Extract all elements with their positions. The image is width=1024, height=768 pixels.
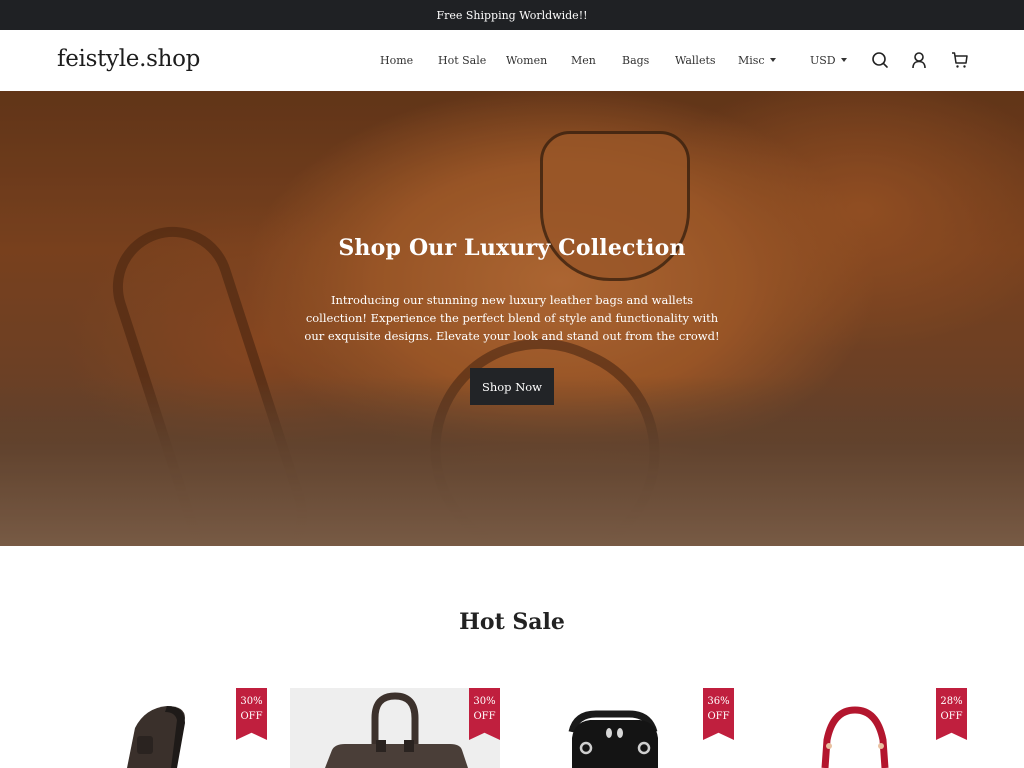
discount-percent: 30% (473, 696, 496, 707)
product-image (290, 688, 500, 768)
search-icon (872, 52, 888, 68)
currency-selector[interactable]: USD (810, 54, 847, 67)
discount-percent: 36% (707, 696, 730, 707)
discount-percent: 28% (940, 696, 963, 707)
discount-off-label: OFF (940, 711, 963, 722)
discount-percent: 30% (240, 696, 263, 707)
discount-off-label: OFF (473, 711, 496, 722)
product-card[interactable]: 36% OFF (524, 688, 734, 768)
product-card[interactable]: 30% OFF (290, 688, 500, 768)
currency-label: USD (810, 54, 836, 67)
announcement-bar: Free Shipping Worldwide!! (0, 0, 1024, 30)
nav-hot-sale[interactable]: Hot Sale (438, 54, 486, 67)
announcement-text: Free Shipping Worldwide!! (436, 8, 588, 22)
product-image (821, 706, 889, 768)
shop-now-button[interactable]: Shop Now (470, 368, 554, 405)
account-icon (912, 52, 926, 69)
nav-women[interactable]: Women (506, 54, 547, 67)
product-image (127, 706, 185, 768)
discount-badge: 30% OFF (236, 688, 267, 740)
nav-misc[interactable]: Misc (738, 54, 776, 67)
account-button[interactable] (909, 50, 929, 70)
chevron-down-icon (840, 58, 847, 62)
search-button[interactable] (870, 50, 890, 70)
discount-off-label: OFF (240, 711, 263, 722)
site-header: feistyle.shop Home Hot Sale Women Men Ba… (0, 30, 1024, 91)
discount-badge: 30% OFF (469, 688, 500, 740)
nav-men[interactable]: Men (571, 54, 596, 67)
nav-misc-label: Misc (738, 54, 765, 67)
chevron-down-icon (769, 58, 776, 62)
product-card[interactable]: 28% OFF (757, 688, 967, 768)
product-card[interactable]: 30% OFF (57, 688, 267, 768)
nav-bags[interactable]: Bags (622, 54, 649, 67)
product-image (568, 710, 658, 768)
nav-home[interactable]: Home (380, 54, 413, 67)
hot-sale-title: Hot Sale (459, 609, 565, 635)
hero-description: Introducing our stunning new luxury leat… (304, 293, 720, 343)
discount-badge: 36% OFF (703, 688, 734, 740)
nav-wallets[interactable]: Wallets (675, 54, 716, 67)
cart-icon (952, 52, 968, 68)
site-logo[interactable]: feistyle.shop (57, 46, 200, 72)
cart-button[interactable] (950, 50, 970, 70)
discount-badge: 28% OFF (936, 688, 967, 740)
hero-title: Shop Our Luxury Collection (338, 235, 686, 261)
discount-off-label: OFF (707, 711, 730, 722)
hero-banner: Shop Our Luxury Collection Introducing o… (0, 91, 1024, 546)
